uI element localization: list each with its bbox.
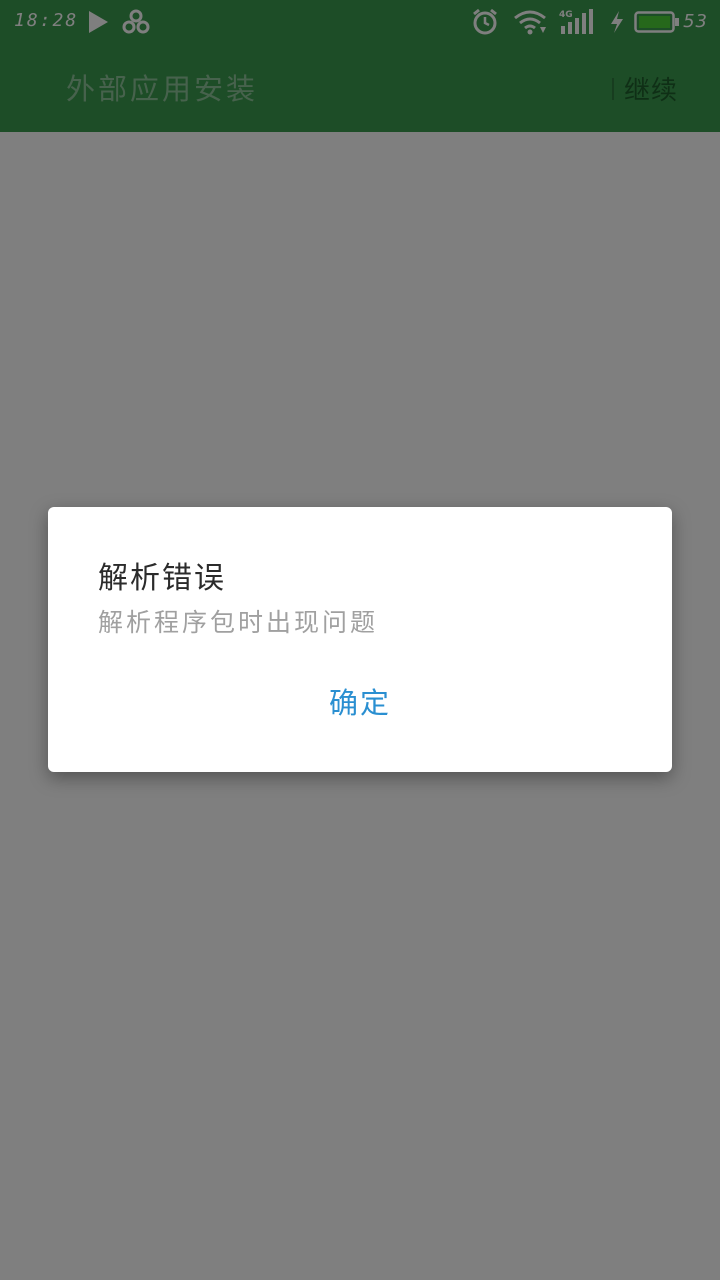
screen: 18:28 — [0, 0, 720, 1280]
dialog-message: 解析程序包时出现问题 — [98, 608, 379, 637]
dialog-title: 解析错误 — [98, 561, 226, 596]
error-dialog: 解析错误 解析程序包时出现问题 确定 — [48, 507, 672, 772]
confirm-button[interactable]: 确定 — [310, 673, 410, 733]
